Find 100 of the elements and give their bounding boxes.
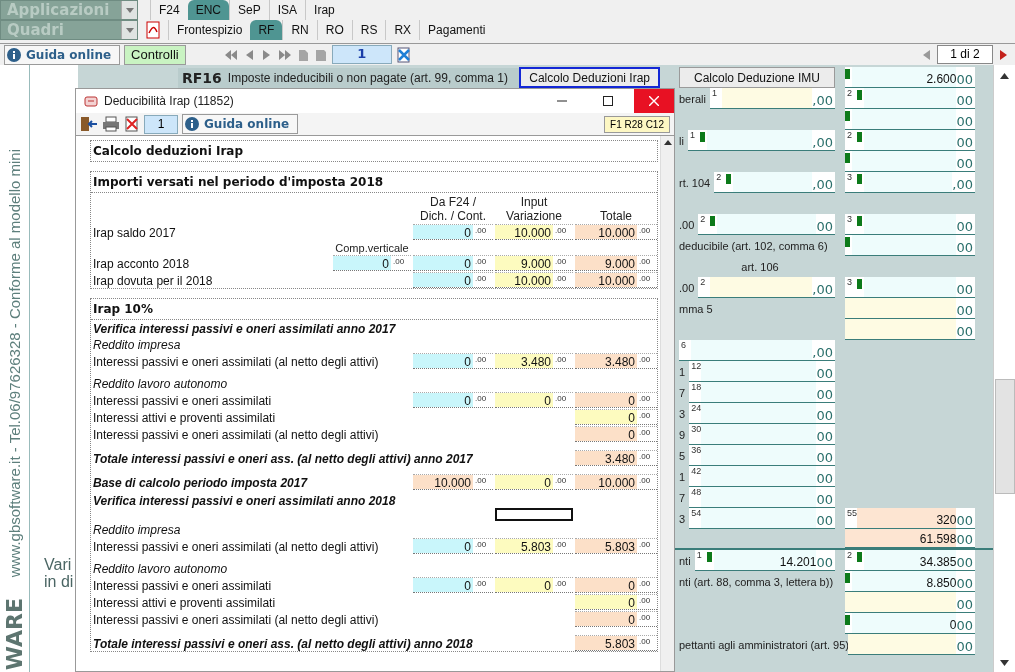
help-button[interactable]: Guida online [182, 114, 299, 134]
amount-field[interactable] [721, 88, 813, 108]
amount-field[interactable] [701, 382, 817, 402]
printer-icon[interactable] [102, 116, 120, 132]
tab[interactable]: Pagamenti [419, 20, 494, 40]
field-number: 48 [690, 487, 702, 499]
delete-page-icon[interactable] [313, 47, 328, 62]
amount-field[interactable]: 0 [575, 393, 637, 407]
amount-field[interactable]: 61.598 [845, 529, 957, 547]
delete-icon[interactable] [124, 116, 140, 132]
amount-field[interactable]: 0 [413, 539, 473, 553]
amount-field[interactable]: 10.000 [495, 225, 553, 239]
pdf-icon[interactable] [144, 21, 162, 39]
amount-field[interactable] [701, 508, 817, 528]
tab[interactable]: RF [250, 20, 283, 40]
amount-field[interactable]: 0 [495, 578, 553, 592]
scroll-up-icon[interactable] [663, 140, 672, 145]
scrollbar-thumb[interactable] [994, 379, 1015, 494]
exit-icon[interactable] [80, 116, 98, 132]
amount-field[interactable]: 0 [413, 393, 473, 407]
amount-field[interactable]: 10.000 [495, 273, 553, 287]
decimal-suffix: 00 [956, 114, 974, 129]
amount-field[interactable] [717, 214, 817, 234]
field-number: 55 [846, 508, 857, 520]
amount-field[interactable] [701, 361, 817, 381]
amount-field[interactable] [864, 277, 957, 297]
help-button[interactable]: Guida online [4, 44, 121, 65]
amount-field[interactable] [864, 172, 953, 192]
amount-field[interactable]: 0 [852, 613, 957, 633]
field-number: 36 [690, 445, 702, 457]
amount-field[interactable]: 0 [575, 427, 637, 441]
amount-field[interactable] [733, 172, 813, 192]
amount-field[interactable] [852, 151, 957, 171]
amount-field[interactable] [864, 214, 957, 234]
amount-field[interactable]: 3.480 [575, 354, 637, 368]
tab[interactable]: Irap [305, 0, 343, 20]
tab[interactable]: RS [351, 20, 386, 40]
amount-field[interactable]: 5.803 [495, 539, 553, 553]
controls-button[interactable]: Controlli [124, 44, 186, 65]
amount-field[interactable]: 0 [495, 393, 553, 407]
scroll-down-icon[interactable] [1000, 660, 1009, 666]
amount-field[interactable] [852, 109, 957, 129]
amount-field[interactable]: 0 [575, 410, 637, 424]
amount-field[interactable]: 5.803 [575, 636, 637, 650]
amount-field[interactable]: 14.201 [713, 550, 817, 570]
close-button[interactable] [634, 89, 674, 113]
tab[interactable]: RN [282, 20, 317, 40]
amount-field[interactable] [701, 466, 817, 486]
amount-field[interactable] [701, 445, 817, 465]
amount-field[interactable]: 320 [857, 508, 957, 528]
decimal-suffix: 00 [956, 576, 974, 591]
amount-field[interactable]: 3.480 [495, 354, 553, 368]
decimal-suffix: 00 [816, 429, 834, 444]
calculate-button[interactable]: Calcolo Deduzione IMU [679, 67, 835, 88]
amount-field[interactable]: 10.000 [413, 475, 473, 489]
amount-field[interactable]: 10.000 [575, 475, 637, 489]
scroll-up-icon[interactable] [1000, 73, 1009, 79]
amount-field[interactable]: 0 [413, 578, 473, 592]
amount-field[interactable] [845, 319, 957, 339]
amount-field[interactable] [864, 130, 957, 150]
amount-field[interactable]: 5.803 [575, 539, 637, 553]
last-page-icon[interactable] [277, 47, 292, 62]
amount-field[interactable] [701, 424, 817, 444]
amount-field[interactable]: 0 [413, 256, 473, 270]
amount-field[interactable] [701, 403, 817, 423]
amount-field[interactable]: 0 [413, 225, 473, 239]
amount-field[interactable] [864, 88, 957, 108]
tab[interactable]: RX [385, 20, 420, 40]
amount-field[interactable]: 0 [413, 273, 473, 287]
amount-field[interactable]: 10.000 [575, 225, 637, 239]
amount-field[interactable] [706, 130, 813, 150]
amount-field[interactable]: 0 [575, 578, 637, 592]
first-page-icon[interactable] [223, 47, 238, 62]
amount-field[interactable]: 9.000 [495, 256, 553, 270]
amount-field[interactable]: 0 [575, 612, 637, 626]
amount-field[interactable]: 8.850 [852, 571, 957, 591]
amount-field[interactable]: 0 [333, 256, 391, 270]
amount-field[interactable]: 0 [495, 475, 553, 489]
tab[interactable]: F24 [150, 0, 188, 20]
amount-field[interactable]: 2.600 [852, 67, 957, 87]
delete-icon[interactable] [395, 46, 412, 63]
amount-field[interactable] [701, 487, 817, 507]
tab[interactable]: RO [316, 20, 352, 40]
amount-field[interactable]: 3.480 [575, 451, 637, 465]
amount-field[interactable]: 9.000 [575, 256, 637, 270]
amount-field[interactable] [845, 298, 957, 318]
amount-field[interactable] [691, 340, 813, 360]
amount-field[interactable]: 0 [575, 595, 637, 609]
decimal-suffix: .00 [474, 539, 488, 551]
amount-field[interactable] [710, 277, 813, 297]
amount-field[interactable] [848, 634, 957, 654]
calculate-button[interactable]: Calcolo Deduzioni Irap [519, 67, 660, 88]
amount-field[interactable]: 0 [413, 354, 473, 368]
page-field[interactable]: 1 [331, 45, 392, 64]
amount-field[interactable] [845, 592, 957, 612]
amount-field[interactable]: 34.385 [864, 550, 957, 570]
tab[interactable]: ENC [187, 0, 230, 20]
page-field[interactable]: 1 [144, 114, 178, 134]
amount-field[interactable] [852, 235, 957, 255]
amount-field[interactable]: 10.000 [575, 273, 637, 287]
